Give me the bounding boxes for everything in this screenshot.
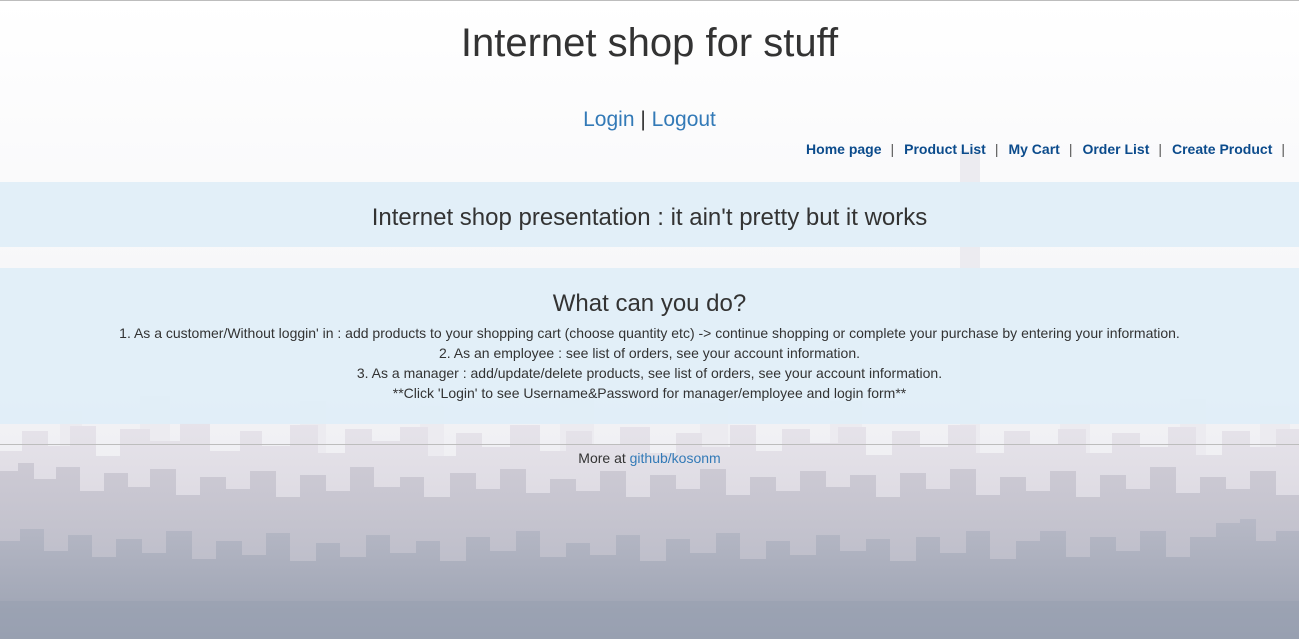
github-link[interactable]: github/kosonm [630,450,721,466]
menu-separator: | [994,141,999,157]
auth-links: Login | Logout [0,108,1299,132]
menu-separator: | [1068,141,1073,157]
menu-my-cart[interactable]: My Cart [1008,141,1059,157]
page-content: Internet shop for stuff Login | Logout H… [0,1,1299,466]
presentation-text: Internet shop presentation : it ain't pr… [371,204,928,231]
auth-separator: | [640,108,646,131]
menu-separator: | [1281,141,1285,157]
footer-divider [0,444,1299,445]
info-line-manager: 3. As a manager : add/update/delete prod… [356,365,943,381]
menu-home-page[interactable]: Home page [806,141,881,157]
info-line-customer: 1. As a customer/Without loggin' in : ad… [119,325,1180,341]
logout-link[interactable]: Logout [652,108,716,131]
menu-order-list[interactable]: Order List [1082,141,1149,157]
footer: More at github/kosonm [0,450,1299,466]
footer-prefix: More at [578,450,626,466]
site-title: Internet shop for stuff [460,21,839,65]
presentation-banner: Internet shop presentation : it ain't pr… [0,182,1299,247]
login-link[interactable]: Login [583,108,634,131]
info-panel: What can you do? 1. As a customer/Withou… [0,268,1299,424]
menu-create-product[interactable]: Create Product [1172,141,1272,157]
info-line-login-hint: **Click 'Login' to see Username&Password… [392,385,907,401]
menu-separator: | [890,141,895,157]
info-line-employee: 2. As an employee : see list of orders, … [439,345,860,361]
info-heading: What can you do? [552,290,747,317]
menu-product-list[interactable]: Product List [904,141,986,157]
main-menu: Home page | Product List | My Cart | Order Lis… [806,141,1295,157]
menu-separator: | [1158,141,1162,157]
